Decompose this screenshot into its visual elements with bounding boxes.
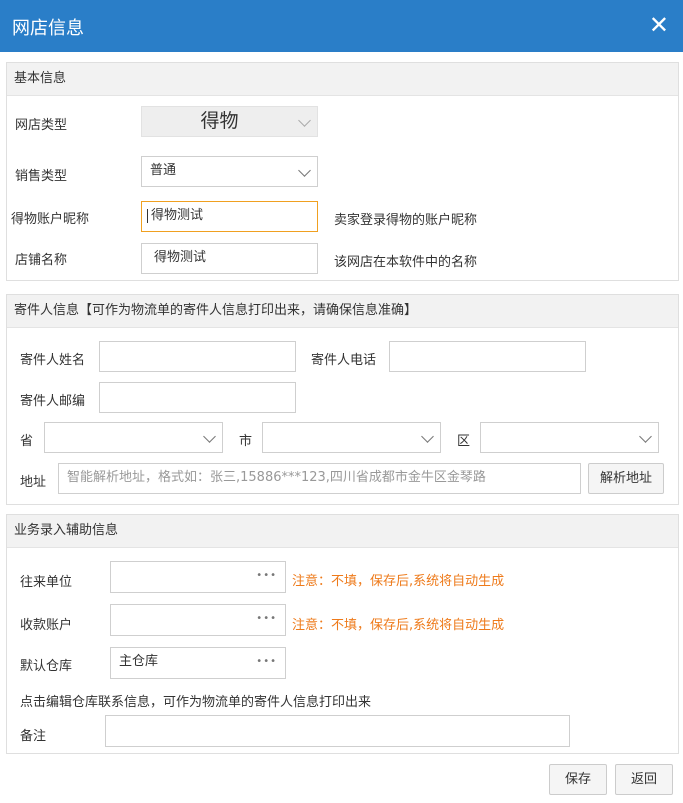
back-button[interactable]: 返回 <box>615 764 673 795</box>
account-note: 注意：不填，保存后,系统将自动生成 <box>292 618 505 633</box>
more-dots-icon[interactable]: ••• <box>256 605 277 633</box>
sender-phone-input[interactable] <box>389 341 586 372</box>
partner-label: 往来单位 <box>20 575 73 590</box>
warehouse-input[interactable]: 主仓库 ••• <box>110 647 286 679</box>
remark-input[interactable] <box>105 715 570 747</box>
store-type-value: 得物 <box>200 110 239 132</box>
basic-info-header: 基本信息 <box>7 63 678 96</box>
remark-label: 备注 <box>20 729 47 744</box>
chevron-down-icon <box>298 164 311 177</box>
nickname-value: 得物测试 <box>151 208 204 223</box>
chevron-down-icon <box>421 430 434 443</box>
province-select[interactable] <box>44 422 223 453</box>
address-placeholder: 智能解析地址，格式如：张三,15886***123,四川省成都市金牛区金琴路 <box>67 470 486 485</box>
edit-warehouse-contact-link[interactable]: 点击编辑仓库联系信息，可作为物流单的寄件人信息打印出来 <box>20 691 371 710</box>
address-label: 地址 <box>20 475 47 490</box>
chevron-down-icon <box>639 430 652 443</box>
province-label: 省 <box>20 434 34 449</box>
nickname-hint: 卖家登录得物的账户昵称 <box>334 213 478 228</box>
more-dots-icon[interactable]: ••• <box>256 648 277 676</box>
text-caret <box>147 208 148 223</box>
store-name-value: 得物测试 <box>154 250 207 265</box>
city-select[interactable] <box>262 422 441 453</box>
sale-type-select[interactable]: 普通 <box>141 156 318 187</box>
partner-input[interactable]: ••• <box>110 561 286 593</box>
warehouse-label: 默认仓库 <box>20 659 73 674</box>
sender-name-label: 寄件人姓名 <box>20 353 86 368</box>
dialog-titlebar: 网店信息 ✕ <box>0 0 683 52</box>
chevron-down-icon <box>203 430 216 443</box>
sender-phone-label: 寄件人电话 <box>311 353 377 368</box>
business-info-header: 业务录入辅助信息 <box>7 515 678 548</box>
sale-type-label: 销售类型 <box>15 169 68 184</box>
parse-address-button[interactable]: 解析地址 <box>588 463 664 494</box>
business-info-section: 业务录入辅助信息 往来单位 ••• 注意：不填，保存后,系统将自动生成 收款账户… <box>6 514 679 754</box>
district-select[interactable] <box>480 422 659 453</box>
store-name-label: 店铺名称 <box>15 253 68 268</box>
district-label: 区 <box>457 434 471 449</box>
sender-name-input[interactable] <box>99 341 296 372</box>
sender-info-header: 寄件人信息【可作为物流单的寄件人信息打印出来，请确保信息准确】 <box>7 295 678 328</box>
warehouse-value: 主仓库 <box>119 654 159 669</box>
sender-zip-input[interactable] <box>99 382 296 413</box>
sender-zip-label: 寄件人邮编 <box>20 394 86 409</box>
more-dots-icon[interactable]: ••• <box>256 562 277 590</box>
nickname-label: 得物账户昵称 <box>11 212 90 227</box>
close-icon[interactable]: ✕ <box>649 11 669 39</box>
store-type-select: 得物 <box>141 106 318 137</box>
save-button[interactable]: 保存 <box>549 764 607 795</box>
chevron-down-icon <box>298 114 311 127</box>
store-name-hint: 该网店在本软件中的名称 <box>334 255 478 270</box>
sender-info-section: 寄件人信息【可作为物流单的寄件人信息打印出来，请确保信息准确】 寄件人姓名 寄件… <box>6 294 679 505</box>
sale-type-value: 普通 <box>150 163 177 178</box>
partner-note: 注意：不填，保存后,系统将自动生成 <box>292 574 505 589</box>
account-input[interactable]: ••• <box>110 604 286 636</box>
city-label: 市 <box>239 434 253 449</box>
address-input[interactable]: 智能解析地址，格式如：张三,15886***123,四川省成都市金牛区金琴路 <box>58 463 581 494</box>
store-name-input[interactable]: 得物测试 <box>141 243 318 274</box>
basic-info-section: 基本信息 网店类型 得物 销售类型 普通 得物账户昵称 得物测试 卖家登录得物的… <box>6 62 679 281</box>
store-type-label: 网店类型 <box>15 118 68 133</box>
dialog-title: 网店信息 <box>12 18 84 39</box>
nickname-input[interactable]: 得物测试 <box>141 201 318 232</box>
account-label: 收款账户 <box>20 618 73 633</box>
